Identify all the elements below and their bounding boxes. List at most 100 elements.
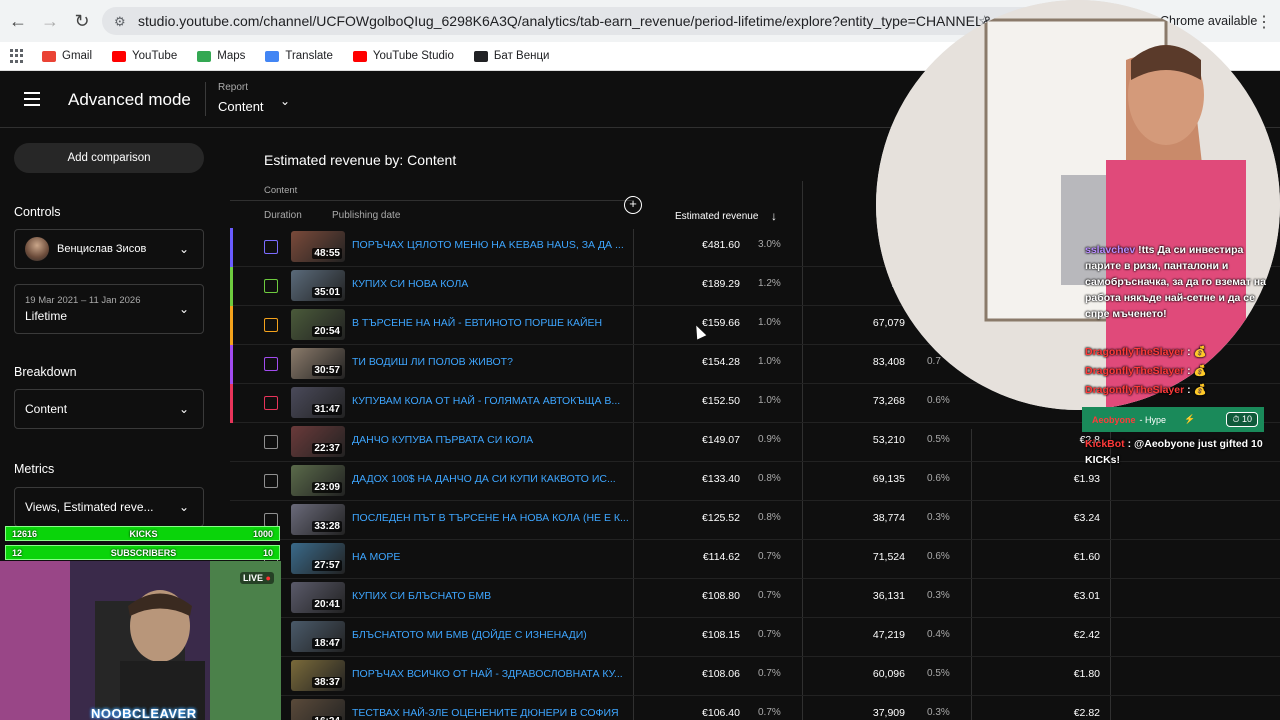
- bookmark-label: Translate: [285, 50, 333, 62]
- live-badge: LIVE ●: [240, 572, 274, 584]
- video-thumbnail[interactable]: 48:55: [291, 231, 345, 262]
- video-title-link[interactable]: В ТЪРСЕНЕ НА НАЙ - ЕВТИНОТО ПОРШЕ КАЙЕН: [352, 317, 630, 329]
- chat-username: DragonflyTheSlayer: [1085, 384, 1185, 396]
- hype-label: - Hype: [1139, 414, 1167, 425]
- bookmark-item[interactable]: Maps: [197, 50, 245, 62]
- row-checkbox[interactable]: [264, 240, 278, 254]
- video-title-link[interactable]: ДАДОХ 100$ НА ДАНЧО ДА СИ КУПИ КАКВОТО И…: [352, 473, 630, 485]
- table-row[interactable]: 33:28 ПОСЛЕДЕН ПЪТ В ТЪРСЕНЕ НА НОВА КОЛА…: [230, 501, 1280, 540]
- row-checkbox[interactable]: [264, 396, 278, 410]
- revenue-column-header[interactable]: Estimated revenue: [675, 211, 758, 222]
- forward-icon[interactable]: →: [36, 7, 64, 35]
- video-title-link[interactable]: КУПИХ СИ НОВА КОЛА: [352, 278, 630, 290]
- video-title-link[interactable]: КУПИХ СИ БЛЪСНАТО БМВ: [352, 590, 630, 602]
- site-info-icon[interactable]: ⚙: [114, 14, 130, 29]
- date-range-select[interactable]: 19 Mar 2021 – 11 Jan 2026 Lifetime ⌄: [14, 284, 204, 334]
- row-checkbox[interactable]: [264, 513, 278, 527]
- views-value: 71,524: [872, 551, 905, 563]
- menu-icon[interactable]: [24, 92, 40, 106]
- bookmark-item[interactable]: Gmail: [42, 50, 92, 62]
- row-checkbox[interactable]: [264, 279, 278, 293]
- controls-heading: Controls: [14, 205, 61, 219]
- video-title-link[interactable]: ТИ ВОДИШ ЛИ ПОЛОВ ЖИВОТ?: [352, 356, 630, 368]
- sort-arrow-icon[interactable]: ↓: [771, 209, 777, 223]
- chevron-down-icon[interactable]: ⌄: [280, 94, 290, 108]
- table-row[interactable]: 16:24 ТЕСТВАХ НАЙ-ЗЛЕ ОЦЕНЕНИТЕ ДЮНЕРИ В …: [230, 696, 1280, 720]
- url-text: studio.youtube.com/channel/UCFOWgolboQIu…: [138, 13, 1065, 29]
- hype-notification: Aeobyone - Hype ⚡ ⏱ 10: [1082, 407, 1264, 432]
- apps-grid-icon[interactable]: [10, 49, 24, 63]
- row-checkbox[interactable]: [264, 435, 278, 449]
- chat-username: DragonflyTheSlayer: [1085, 346, 1185, 358]
- back-icon[interactable]: ←: [4, 7, 32, 35]
- channel-select[interactable]: Венцислав Зисов ⌄: [14, 229, 204, 269]
- video-title-link[interactable]: ПОРЪЧАХ ВСИЧКО ОТ НАЙ - ЗДРАВОСЛОВНАТА К…: [352, 668, 630, 680]
- video-thumbnail[interactable]: 33:28: [291, 504, 345, 535]
- duration-column-header[interactable]: Duration: [264, 210, 302, 221]
- revenue-percent: 1.2%: [758, 278, 781, 289]
- views-value: 47,219: [872, 629, 905, 641]
- video-title-link[interactable]: ПОРЪЧАХ ЦЯЛОТО МЕНЮ НА KEBAB HAUS, ЗА ДА…: [352, 239, 630, 251]
- revenue-value: €125.52: [702, 512, 740, 524]
- reload-icon[interactable]: ↻: [68, 7, 96, 35]
- video-duration: 38:37: [312, 677, 342, 688]
- table-row[interactable]: 27:57 НА МОРЕ €114.62 0.7% 71,524 0.6% €1.60: [230, 540, 1280, 579]
- video-title-link[interactable]: КУПУВАМ КОЛА ОТ НАЙ - ГОЛЯМАТА АВТОКЪЩА …: [352, 395, 630, 407]
- views-percent: 0.3%: [927, 512, 950, 523]
- metrics-heading: Metrics: [14, 462, 55, 476]
- views-percent: 0.6%: [927, 551, 950, 562]
- video-title-link[interactable]: ТЕСТВАХ НАЙ-ЗЛЕ ОЦЕНЕНИТЕ ДЮНЕРИ В СОФИЯ: [352, 707, 630, 719]
- breakdown-select[interactable]: Content ⌄: [14, 389, 204, 429]
- video-duration: 20:54: [312, 326, 342, 337]
- video-duration: 16:24: [312, 716, 342, 720]
- video-thumbnail[interactable]: 23:09: [291, 465, 345, 496]
- report-dropdown[interactable]: Content: [218, 99, 264, 114]
- revenue-value: €154.28: [702, 356, 740, 368]
- bookmark-item[interactable]: YouTube: [112, 50, 177, 62]
- row-checkbox[interactable]: [264, 357, 278, 371]
- series-color-bar: [230, 345, 233, 384]
- video-title-link[interactable]: ДАНЧО КУПУВА ПЪРВАТА СИ КОЛА: [352, 434, 630, 446]
- video-thumbnail[interactable]: 35:01: [291, 270, 345, 301]
- views-percent: 0.7: [927, 356, 941, 367]
- video-thumbnail[interactable]: 27:57: [291, 543, 345, 574]
- rpm-value: €3.01: [1073, 590, 1100, 602]
- video-thumbnail[interactable]: 16:24: [291, 699, 345, 720]
- bookmark-item[interactable]: YouTube Studio: [352, 50, 454, 62]
- revenue-percent: 0.7%: [758, 707, 781, 718]
- views-percent: 0.6%: [927, 473, 950, 484]
- video-title-link[interactable]: ПОСЛЕДЕН ПЪТ В ТЪРСЕНЕ НА НОВА КОЛА (НЕ …: [352, 512, 630, 524]
- video-thumbnail[interactable]: 20:41: [291, 582, 345, 613]
- row-checkbox[interactable]: [264, 474, 278, 488]
- revenue-percent: 0.7%: [758, 629, 781, 640]
- video-thumbnail[interactable]: 20:54: [291, 309, 345, 340]
- add-comparison-button[interactable]: Add comparison: [14, 143, 204, 173]
- metrics-select[interactable]: Views, Estimated reve... ⌄: [14, 487, 204, 527]
- bookmark-item[interactable]: Translate: [265, 50, 333, 62]
- content-header: Content: [230, 179, 632, 201]
- video-duration: 31:47: [312, 404, 342, 415]
- video-title-link[interactable]: НА МОРЕ: [352, 551, 630, 563]
- row-checkbox[interactable]: [264, 318, 278, 332]
- video-thumbnail[interactable]: 38:37: [291, 660, 345, 691]
- channel-name: Венцислав Зисов: [57, 243, 147, 255]
- video-thumbnail[interactable]: 31:47: [291, 387, 345, 418]
- bookmark-favicon-icon: [42, 50, 56, 62]
- publishing-date-column-header[interactable]: Publishing date: [332, 210, 400, 221]
- more-menu-icon[interactable]: ⋮: [1256, 12, 1272, 32]
- table-row[interactable]: 20:41 КУПИХ СИ БЛЪСНАТО БМВ €108.80 0.7% 36,…: [230, 579, 1280, 618]
- breakdown-heading: Breakdown: [14, 365, 77, 379]
- add-column-icon[interactable]: +: [624, 196, 642, 214]
- views-percent: 0.4%: [927, 629, 950, 640]
- bookmark-item[interactable]: Бат Венци: [473, 50, 549, 62]
- video-title-link[interactable]: БЛЪСНАТОТО МИ БМВ (ДОЙДЕ С ИЗНЕНАДИ): [352, 629, 630, 641]
- rpm-value: €1.80: [1073, 668, 1100, 680]
- address-bar[interactable]: ⚙ studio.youtube.com/channel/UCFOWgolboQ…: [102, 7, 1112, 35]
- hype-amount: ⏱ 10: [1226, 412, 1258, 427]
- table-row[interactable]: 38:37 ПОРЪЧАХ ВСИЧКО ОТ НАЙ - ЗДРАВОСЛОВН…: [230, 657, 1280, 696]
- video-thumbnail[interactable]: 30:57: [291, 348, 345, 379]
- table-row[interactable]: 18:47 БЛЪСНАТОТО МИ БМВ (ДОЙДЕ С ИЗНЕНАДИ…: [230, 618, 1280, 657]
- video-thumbnail[interactable]: 22:37: [291, 426, 345, 457]
- bookmark-favicon-icon: [197, 50, 212, 62]
- video-thumbnail[interactable]: 18:47: [291, 621, 345, 652]
